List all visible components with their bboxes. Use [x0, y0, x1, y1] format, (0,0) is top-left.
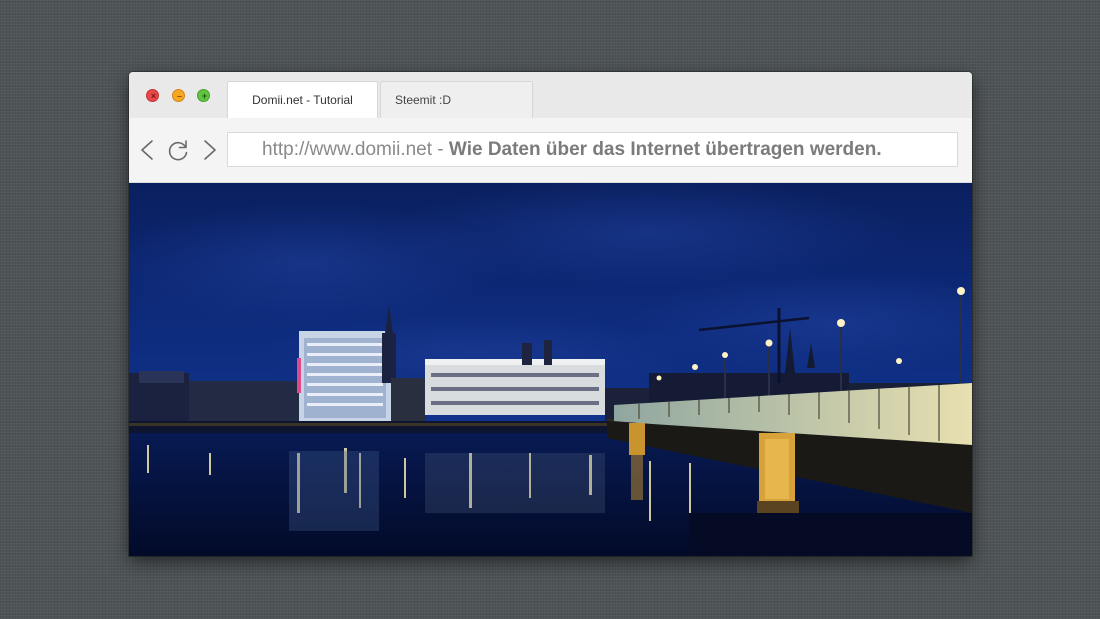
page-content-image [129, 183, 972, 556]
url-host: http://www.domii.net [262, 139, 433, 160]
url-page-title: Wie Daten über das Internet übertragen w… [448, 139, 882, 160]
back-button[interactable] [137, 138, 161, 162]
url-separator: - [432, 139, 449, 160]
tab-domii-tutorial[interactable]: Domii.net - Tutorial [227, 81, 378, 119]
minimize-icon: – [176, 91, 182, 101]
plus-icon: + [201, 91, 208, 101]
browser-window: × – + Domii.net - Tutorial Steemit :D ht… [129, 72, 972, 556]
forward-button[interactable] [196, 138, 220, 162]
reload-button[interactable] [166, 138, 190, 162]
close-icon: × [150, 91, 157, 101]
arrow-right-icon [204, 140, 216, 160]
minimize-window-button[interactable]: – [172, 89, 185, 102]
tab-steemit[interactable]: Steemit :D [380, 81, 533, 118]
navigation-toolbar: http://www.domii.net - Wie Daten über da… [129, 118, 972, 183]
address-bar[interactable]: http://www.domii.net - Wie Daten über da… [227, 132, 958, 167]
tab-bar: × – + Domii.net - Tutorial Steemit :D [129, 72, 972, 119]
tab-label: Domii.net - Tutorial [252, 93, 353, 107]
arrow-left-icon [141, 140, 153, 160]
night-city-photo [129, 183, 972, 556]
reload-icon [168, 140, 188, 161]
maximize-window-button[interactable]: + [197, 89, 210, 102]
tab-label: Steemit :D [395, 93, 452, 107]
close-window-button[interactable]: × [146, 89, 159, 102]
